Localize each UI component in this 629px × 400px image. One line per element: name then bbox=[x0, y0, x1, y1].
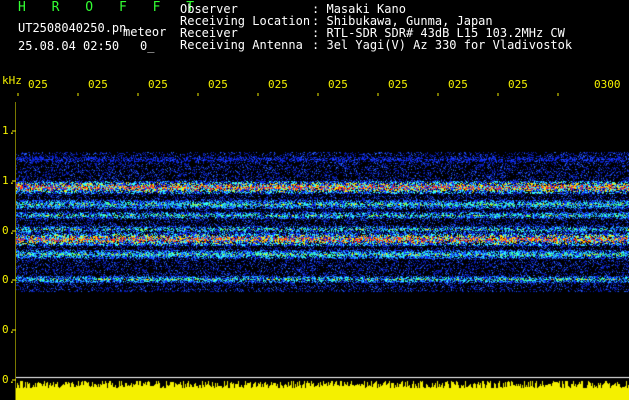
time-axis: 025 025 025 025 025 025 025 025 025 0300 bbox=[0, 67, 629, 97]
info-row-antenna: Receiving Antenna : 3el Yagi(V) Az 330 f… bbox=[180, 39, 572, 51]
info-sep: : bbox=[312, 38, 320, 52]
datetime: 25.08.04 02:50 bbox=[18, 39, 120, 53]
app-title: H R O F F T bbox=[18, 0, 204, 15]
time-ticks bbox=[17, 93, 559, 96]
hrofft-window: H R O F F T UT2508040250.pn meteor 25.08… bbox=[0, 0, 629, 400]
file-suffix: meteor bbox=[123, 25, 167, 39]
station-info: Observer : Masaki Kano Receiving Locatio… bbox=[180, 3, 572, 51]
spectrogram bbox=[16, 97, 629, 400]
info-key: Receiving Antenna bbox=[180, 38, 303, 52]
info-value: 3el Yagi(V) Az 330 for Vladivostok bbox=[326, 38, 573, 52]
page-marker: 0_ bbox=[140, 39, 155, 53]
file-name: UT2508040250.pn bbox=[18, 21, 127, 35]
